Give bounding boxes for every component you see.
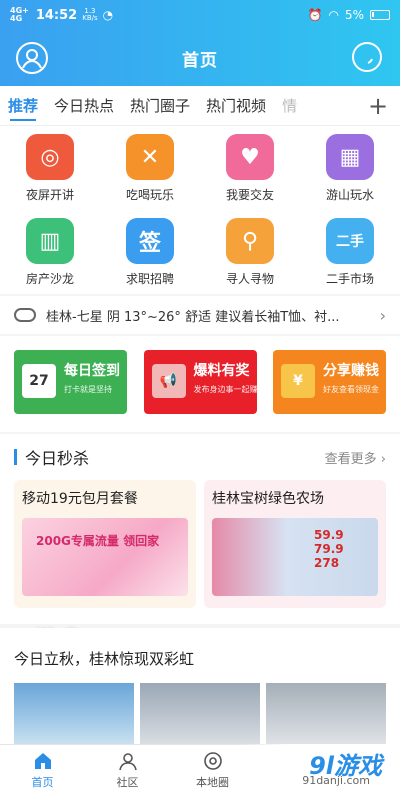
card-title: 移动19元包月套餐 bbox=[22, 491, 138, 507]
news-image bbox=[266, 683, 386, 753]
home-icon bbox=[34, 752, 51, 769]
view-more-link[interactable]: 查看更多 › bbox=[325, 448, 386, 467]
promo-subtitle: 打卡就是坚持 bbox=[64, 385, 112, 394]
service-label: 二手市场 bbox=[325, 272, 374, 286]
card-title: 桂林宝树绿色农场 bbox=[212, 491, 324, 507]
promo-subtitle: 好友查看领现金 bbox=[323, 385, 379, 394]
service-label: 房产沙龙 bbox=[25, 272, 74, 286]
promo-share[interactable]: ¥ 分享赚钱 好友查看领现金 bbox=[273, 350, 386, 414]
promo-title: 分享赚钱 bbox=[323, 363, 379, 379]
card-image-text: 59.9 79.9 278 bbox=[314, 528, 344, 570]
nav-community[interactable]: 社区 bbox=[85, 745, 170, 794]
status-time: 14:52 bbox=[35, 7, 78, 23]
calendar-icon: ▦ bbox=[326, 134, 374, 180]
service-grid: ◎ 夜屏开讲 ✕ 吃喝玩乐 ♥ 我要交友 ▦ 游山玩水 ▥ 房产沙龙 签求职招聘 ⚲ 寻人寻物 二手二手市… bbox=[0, 126, 400, 294]
tab-emotion[interactable]: 情 bbox=[274, 86, 305, 125]
add-tab-icon[interactable]: + bbox=[368, 92, 388, 120]
header: 4G+ 4G 14:52 1.3 KB/s ◔ ⏰ ◠ 5% 首页 bbox=[0, 0, 400, 86]
alarm-icon: ⏰ bbox=[307, 8, 323, 22]
section-title: 今日秒杀 bbox=[25, 449, 90, 468]
service-label: 游山玩水 bbox=[325, 188, 374, 202]
promo-checkin[interactable]: 27 每日签到 打卡就是坚持 bbox=[14, 350, 127, 414]
local-circle-icon bbox=[203, 751, 222, 770]
service-2[interactable]: ✕ 吃喝玩乐 bbox=[100, 126, 200, 210]
tab-hot-videos[interactable]: 热门视频 bbox=[198, 86, 274, 125]
sign-icon: 签 bbox=[126, 218, 174, 264]
tab-hot-circles[interactable]: 热门圈子 bbox=[122, 86, 198, 125]
nav-home-label: 首页 bbox=[31, 775, 54, 789]
search-icon[interactable] bbox=[352, 42, 382, 72]
chevron-right-icon: › bbox=[379, 305, 386, 325]
news-image bbox=[140, 683, 260, 753]
promo-title: 每日签到 bbox=[64, 363, 120, 379]
megaphone-icon: 📢 bbox=[151, 364, 186, 398]
view-more-label: 查看更多 bbox=[324, 451, 377, 467]
cloud-icon bbox=[14, 308, 36, 322]
secondhand-icon: 二手 bbox=[326, 218, 374, 264]
service-5[interactable]: ▥ 房产沙龙 bbox=[0, 210, 100, 294]
heart-handshake-icon: ♥ bbox=[226, 134, 274, 180]
service-6[interactable]: 签求职招聘 bbox=[100, 210, 200, 294]
service-1[interactable]: ◎ 夜屏开讲 bbox=[0, 126, 100, 210]
buildings-icon: ▥ bbox=[26, 218, 74, 264]
community-icon bbox=[118, 752, 137, 770]
news-image bbox=[14, 683, 134, 753]
user-avatar-icon[interactable] bbox=[16, 42, 48, 74]
section-accent-bar bbox=[14, 449, 17, 465]
network-indicator: 4G+ 4G bbox=[10, 7, 29, 23]
magnifier-icon: ⚲ bbox=[226, 218, 274, 264]
flash-card-mobile[interactable]: 移动19元包月套餐 200G专属流量 领回家 bbox=[14, 480, 196, 608]
tab-today-hot[interactable]: 今日热点 bbox=[46, 86, 122, 125]
brand-watermark: 9l游戏 91danji.com bbox=[240, 744, 400, 794]
promo-banners: 27 每日签到 打卡就是坚持 📢 爆料有奖 发布身边事一起赚钱 ¥ 分享赚钱 好… bbox=[0, 336, 400, 432]
flash-sale-section: 今日秒杀 查看更多 › 移动19元包月套餐 200G专属流量 领回家 桂林宝树绿… bbox=[0, 434, 400, 624]
category-tabs: 推荐 今日热点 热门圈子 热门视频 情 + bbox=[0, 86, 400, 126]
news-title: 今日立秋，桂林惊现双彩虹 bbox=[14, 650, 195, 668]
service-label: 吃喝玩乐 bbox=[125, 188, 174, 202]
service-label: 求职招聘 bbox=[125, 272, 174, 286]
speed-unit: KB/s bbox=[82, 14, 98, 22]
card-image: 200G专属流量 领回家 bbox=[22, 518, 188, 596]
service-3[interactable]: ♥ 我要交友 bbox=[200, 126, 300, 210]
nav-local-circle-label: 本地圈 bbox=[196, 775, 229, 789]
calendar-icon: 27 bbox=[22, 364, 56, 398]
promo-subtitle: 发布身边事一起赚钱 bbox=[193, 385, 266, 394]
service-label: 我要交友 bbox=[225, 188, 274, 202]
camera-shutter-icon: ◎ bbox=[26, 134, 74, 180]
service-8[interactable]: 二手 二手市场 bbox=[300, 210, 400, 294]
flash-card-farm[interactable]: 桂林宝树绿色农场 59.9 79.9 278 bbox=[204, 480, 386, 608]
nav-community-label: 社区 bbox=[116, 775, 139, 789]
network-speed: 1.3 KB/s bbox=[82, 8, 97, 22]
status-bar: 4G+ 4G 14:52 1.3 KB/s ◔ ⏰ ◠ 5% bbox=[0, 0, 400, 30]
nav-bar: 首页 bbox=[0, 30, 400, 86]
promo-title: 爆料有奖 bbox=[193, 363, 250, 379]
service-7[interactable]: ⚲ 寻人寻物 bbox=[200, 210, 300, 294]
card-image: 59.9 79.9 278 bbox=[212, 518, 378, 596]
nav-home[interactable]: 首页 bbox=[0, 745, 85, 794]
page-title: 首页 bbox=[182, 50, 218, 71]
battery-percent: 5% bbox=[344, 8, 364, 22]
card-image-text: 200G专属流量 领回家 bbox=[36, 534, 160, 548]
battery-icon bbox=[370, 10, 390, 20]
news-section[interactable]: 今日立秋，桂林惊现双彩虹 bbox=[0, 628, 400, 753]
fork-knife-icon: ✕ bbox=[126, 134, 174, 180]
network-label-2: 4G bbox=[10, 14, 23, 23]
service-4[interactable]: ▦ 游山玩水 bbox=[300, 126, 400, 210]
service-label: 寻人寻物 bbox=[225, 272, 274, 286]
message-icon: ◔ bbox=[102, 8, 114, 22]
weather-bar[interactable]: 桂林-七星 阴 13°~26° 舒适 建议着长袖T恤、衬... › bbox=[0, 296, 400, 334]
promo-report[interactable]: 📢 爆料有奖 发布身边事一起赚钱 bbox=[143, 350, 266, 414]
service-label: 夜屏开讲 bbox=[25, 188, 74, 202]
weather-text: 桂林-七星 阴 13°~26° 舒适 建议着长袖T恤、衬... bbox=[46, 309, 340, 325]
brand-url: 91danji.com bbox=[302, 774, 370, 787]
wifi-icon: ◠ bbox=[328, 8, 339, 22]
tab-recommend[interactable]: 推荐 bbox=[0, 86, 46, 125]
coin-icon: ¥ bbox=[281, 364, 315, 398]
